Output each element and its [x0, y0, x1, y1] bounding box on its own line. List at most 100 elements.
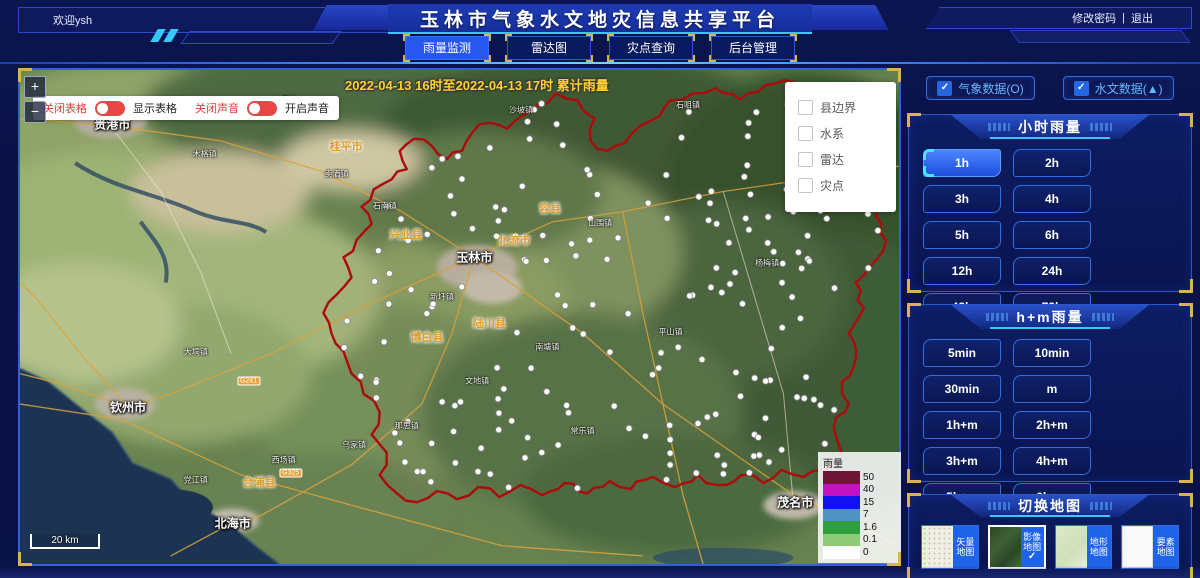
legend-row: 0	[823, 546, 897, 559]
satellite-map[interactable]: 贵港市玉林市钦州市北海市茂名市桂平市兴业县容县北流市陆川县博白县合浦县木格镇大圩…	[20, 70, 899, 564]
hour-button-1h[interactable]: 1h	[923, 149, 1001, 177]
legend-row: 7	[823, 509, 897, 522]
panel-header: 切换地图	[951, 495, 1149, 517]
layer-label: 县边界	[820, 99, 856, 116]
header-deco-icon	[988, 123, 1010, 131]
legend-swatch	[823, 521, 860, 534]
legend-swatch	[823, 484, 860, 497]
legend-row: 15	[823, 496, 897, 509]
nav-tab-rainfall[interactable]: 雨量监测	[405, 36, 489, 60]
hm-button-30min[interactable]: 30min	[923, 375, 1001, 403]
legend-value: 0	[863, 547, 869, 558]
hm-button-grid: 5min 10min 30min m 1h+m 2h+m 3h+m 4h+m 5…	[909, 329, 1191, 521]
map-type-label: 矢量地图 ✓	[953, 526, 978, 568]
checkbox-icon[interactable]	[798, 152, 813, 167]
map-type-imagery[interactable]: 影像地图 ✓	[988, 525, 1046, 569]
hour-button-24h[interactable]: 24h	[1013, 257, 1091, 285]
nav-tab-disaster-query[interactable]: 灾点查询	[609, 36, 693, 60]
feature-map-thumbnail	[1122, 526, 1153, 568]
weather-data-toggle[interactable]: 气象数据(O)	[926, 76, 1034, 100]
map-zoom-control: + −	[24, 76, 44, 126]
imagery-map-thumbnail	[990, 527, 1021, 567]
weather-data-label: 气象数据(O)	[958, 80, 1023, 97]
map-container[interactable]: 贵港市玉林市钦州市北海市茂名市桂平市兴业县容县北流市陆川县博白县合浦县木格镇大圩…	[18, 68, 901, 566]
legend-row: 0.1	[823, 534, 897, 547]
sound-toggle-switch[interactable]	[247, 101, 277, 116]
hm-button-5min[interactable]: 5min	[923, 339, 1001, 367]
header-divider-line	[0, 62, 1200, 64]
map-type-label: 要素地图 ✓	[1153, 526, 1178, 568]
map-canvas	[20, 70, 899, 564]
hm-button-1hm[interactable]: 1h+m	[923, 411, 1001, 439]
header-right-frame: 修改密码 | 退出	[926, 7, 1192, 29]
zoom-in-button[interactable]: +	[24, 76, 46, 98]
hm-button-2hm[interactable]: 2h+m	[1013, 411, 1091, 439]
data-source-toggles: 气象数据(O) 水文数据(▲)	[908, 76, 1192, 100]
change-password-link[interactable]: 修改密码	[1072, 10, 1116, 26]
nav-tab-radar[interactable]: 雷达图	[507, 36, 591, 60]
table-toggle-switch[interactable]	[95, 101, 125, 116]
terrain-map-thumbnail	[1056, 526, 1087, 568]
close-table-label: 关闭表格	[43, 100, 87, 116]
page-title: 玉林市气象水文地灾信息共享平台	[420, 5, 780, 32]
hour-button-4h[interactable]: 4h	[1013, 185, 1091, 213]
nav-tab-admin[interactable]: 后台管理	[711, 36, 795, 60]
legend-swatch	[823, 509, 860, 522]
hour-button-6h[interactable]: 6h	[1013, 221, 1091, 249]
hm-rainfall-panel: h+m雨量 5min 10min 30min m 1h+m 2h+m 3h+m …	[908, 304, 1192, 482]
header-deco-icon	[1090, 123, 1112, 131]
main-nav: 雨量监测 雷达图 灾点查询 后台管理	[0, 36, 1200, 60]
hm-button-10min[interactable]: 10min	[1013, 339, 1091, 367]
datetime-range-label: 2022-04-13 16时至2022-04-13 17时 累计雨量	[345, 75, 609, 94]
layer-label: 雷达	[820, 151, 844, 168]
show-table-label: 显示表格	[133, 100, 177, 116]
open-sound-label: 开启声音	[285, 100, 329, 116]
logout-link[interactable]: 退出	[1131, 10, 1153, 26]
hour-button-3h[interactable]: 3h	[923, 185, 1001, 213]
hour-button-2h[interactable]: 2h	[1013, 149, 1091, 177]
hydrology-data-toggle[interactable]: 水文数据(▲)	[1063, 76, 1174, 100]
welcome-text: 欢迎ysh	[19, 12, 92, 28]
layer-item-disaster-point[interactable]: 灾点	[798, 172, 896, 198]
app-root: 欢迎ysh 玉林市气象水文地灾信息共享平台 修改密码 | 退出 雨量监测 雷达图…	[0, 0, 1200, 578]
checkbox-icon[interactable]	[798, 126, 813, 141]
hm-button-m[interactable]: m	[1013, 375, 1091, 403]
panel-title: 切换地图	[1018, 496, 1082, 516]
legend-value: 7	[863, 509, 869, 520]
layer-label: 灾点	[820, 177, 844, 194]
title-band: 玉林市气象水文地灾信息共享平台	[388, 4, 812, 34]
panel-header: h+m雨量	[951, 305, 1149, 329]
checkbox-icon[interactable]	[1074, 81, 1089, 96]
legend-swatch	[823, 534, 860, 547]
hydrology-data-label: 水文数据(▲)	[1095, 80, 1163, 97]
checkbox-icon[interactable]	[798, 100, 813, 115]
checkbox-icon[interactable]	[937, 81, 952, 96]
link-divider: |	[1122, 12, 1125, 24]
legend-value: 15	[863, 497, 874, 508]
zoom-out-button[interactable]: −	[24, 101, 46, 123]
map-type-label: 地形地图 ✓	[1087, 526, 1112, 568]
hour-button-5h[interactable]: 5h	[923, 221, 1001, 249]
vector-map-thumbnail	[922, 526, 953, 568]
legend-swatch	[823, 471, 860, 484]
title-wing-right	[799, 5, 888, 30]
layer-item-county-border[interactable]: 县边界	[798, 94, 896, 120]
map-type-feature[interactable]: 要素地图 ✓	[1121, 525, 1179, 569]
hour-button-12h[interactable]: 12h	[923, 257, 1001, 285]
legend-row: 1.6	[823, 521, 897, 534]
header-deco-icon	[986, 313, 1008, 321]
close-sound-label: 关闭声音	[195, 100, 239, 116]
checkbox-icon[interactable]	[798, 178, 813, 193]
layer-item-radar[interactable]: 雷达	[798, 146, 896, 172]
check-icon: ✓	[1028, 552, 1036, 562]
header-deco-icon	[1092, 313, 1114, 321]
layer-item-water-system[interactable]: 水系	[798, 120, 896, 146]
map-scale-bar: 20 km	[30, 534, 100, 549]
map-type-terrain[interactable]: 地形地图 ✓	[1055, 525, 1113, 569]
legend-value: 0.1	[863, 534, 877, 545]
hm-button-4hm[interactable]: 4h+m	[1013, 447, 1091, 475]
sidebar: 气象数据(O) 水文数据(▲) 小时雨量 1h 2h 3h 4h 5h 6h 1…	[908, 70, 1192, 578]
header-deco-icon	[1090, 502, 1112, 510]
map-type-vector[interactable]: 矢量地图 ✓	[921, 525, 979, 569]
hm-button-3hm[interactable]: 3h+m	[923, 447, 1001, 475]
